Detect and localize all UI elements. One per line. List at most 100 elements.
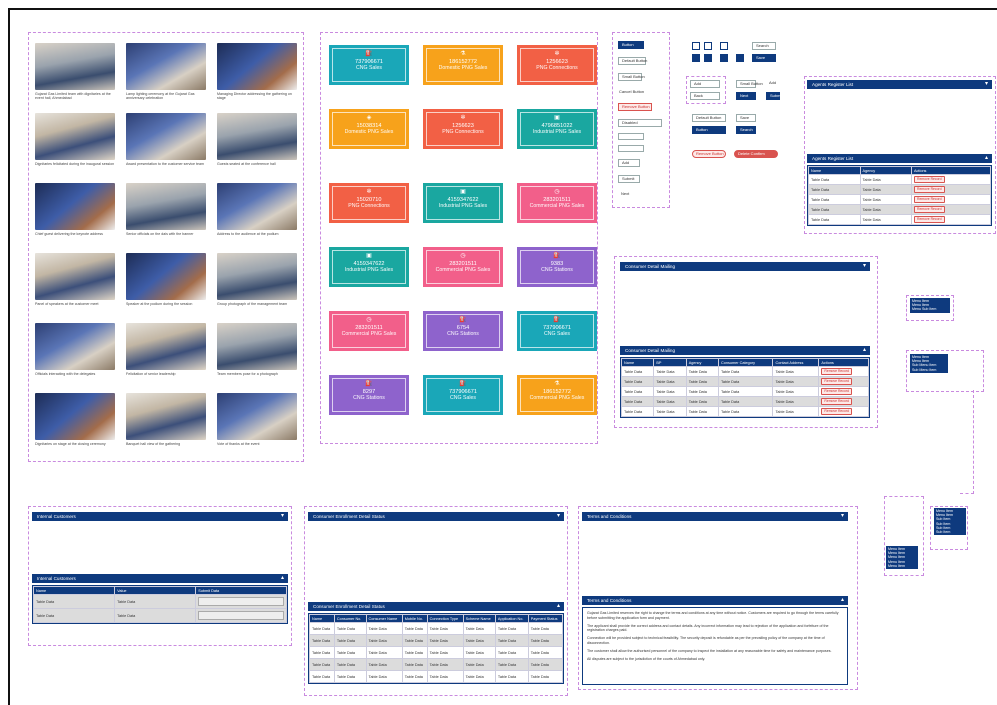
blank-button-2[interactable]: [618, 145, 644, 152]
gallery-photo[interactable]: [35, 253, 115, 300]
remove-record-button[interactable]: Remove Record: [914, 186, 945, 193]
gallery-photo[interactable]: [217, 323, 297, 370]
gallery-item[interactable]: Award presentation to the customer servi…: [126, 113, 206, 175]
small-button[interactable]: Small Button: [618, 73, 645, 81]
cancel-button[interactable]: Cancel Button: [616, 89, 646, 97]
remove-record-button[interactable]: Remove Record: [821, 378, 852, 385]
table-row[interactable]: Table Data Table Data Remove Record: [808, 184, 991, 195]
gallery-item[interactable]: Gujarat Gas Limited team with dignitarie…: [35, 43, 115, 105]
gallery-photo[interactable]: [126, 113, 206, 160]
save-button[interactable]: Save: [752, 54, 776, 62]
side-menu-c[interactable]: Menu Item Menu Item Sub Item Sub Item Sub It…: [934, 508, 966, 536]
table-row[interactable]: Table Data Table Data Table Data Table Data…: [309, 670, 564, 683]
stat-tile[interactable]: ⛽ 737906671 CNG Sales: [329, 45, 409, 85]
primary-button-2[interactable]: Button: [692, 126, 726, 134]
search-button-2[interactable]: Search: [736, 126, 756, 134]
gallery-photo[interactable]: [35, 393, 115, 440]
table-row[interactable]: Table Data Table Data Table Data Table Data…: [620, 366, 869, 377]
side-menu-b[interactable]: Menu Item Menu Item Sub Menu Item Sub Menu …: [910, 354, 948, 373]
stat-tile[interactable]: ◷ 283201511 Commercial PNG Sales: [329, 311, 409, 351]
remove-record-button[interactable]: Remove Record: [821, 408, 852, 415]
remove-record-button[interactable]: Remove Record: [914, 206, 945, 213]
table-row[interactable]: Table Data Table Data Table Data Table Data…: [309, 634, 564, 647]
table-row[interactable]: Table Data Table Data Table Data Table Data…: [620, 376, 869, 387]
stat-tile[interactable]: ⛽ 737906671 CNG Sales: [517, 311, 597, 351]
table-row[interactable]: Table Data Table Data Remove Record: [808, 214, 991, 225]
terms-collapsed-header[interactable]: Terms and Conditions ▾: [582, 512, 848, 521]
checkbox-icon[interactable]: [720, 42, 728, 50]
gallery-photo[interactable]: [217, 43, 297, 90]
menu-item[interactable]: Menu Sub Item: [912, 307, 948, 311]
table-row[interactable]: Table Data Table Data Table Data Table Data…: [620, 396, 869, 407]
remove-record-button[interactable]: Remove Record: [914, 216, 945, 223]
gallery-item[interactable]: Senior officials on the dais with the ba…: [126, 183, 206, 245]
default-button-2[interactable]: Default Button: [692, 114, 726, 122]
gallery-photo[interactable]: [35, 43, 115, 90]
gallery-photo[interactable]: [35, 323, 115, 370]
table-row[interactable]: Table Data Table Data Table Data Table Data…: [309, 646, 564, 659]
gallery-item[interactable]: Team members pose for a photograph: [217, 323, 297, 385]
table-row[interactable]: Table Data Table Data Table Data Table Data…: [620, 406, 869, 417]
stat-tile[interactable]: ▣ 4159347622 Industrial PNG Sales: [423, 183, 503, 223]
agents-collapsed-header[interactable]: Agents Register List ▾: [807, 80, 992, 89]
stat-tile[interactable]: ⚗ 186152772 Commercial PNG Sales: [517, 375, 597, 415]
edit-icon[interactable]: [692, 54, 700, 62]
checkbox-icon[interactable]: [692, 42, 700, 50]
stat-tile[interactable]: ✲ 1256623 PNG Connections: [517, 45, 597, 85]
gallery-photo[interactable]: [126, 183, 206, 230]
terms-expanded-header[interactable]: Terms and Conditions ▴: [582, 596, 848, 605]
table-row[interactable]: Table Data Table Data: [32, 594, 287, 609]
checkbox-icon[interactable]: [704, 42, 712, 50]
gallery-item[interactable]: Felicitation of senior leadership: [126, 323, 206, 385]
gallery-photo[interactable]: [217, 253, 297, 300]
gallery-item[interactable]: Dignitaries on stage at the closing cere…: [35, 393, 115, 455]
search-button[interactable]: Search: [752, 42, 776, 50]
remove-record-button[interactable]: Remove Record: [821, 388, 852, 395]
primary-button[interactable]: Button: [618, 41, 644, 49]
add-button-3[interactable]: Add: [766, 80, 780, 88]
save-button-2[interactable]: Save: [736, 114, 756, 122]
table-row[interactable]: Table Data Table Data Remove Record: [808, 204, 991, 215]
gallery-photo[interactable]: [217, 113, 297, 160]
remove-record-button[interactable]: Remove Record: [821, 398, 852, 405]
stat-tile[interactable]: ✲ 1256623 PNG Connections: [423, 109, 503, 149]
stat-tile[interactable]: ◈ 15038314 Domestic PNG Sales: [329, 109, 409, 149]
internal-collapsed-header[interactable]: Internal Customers ▾: [32, 512, 288, 521]
enrollment-expanded-header[interactable]: Consumer Enrollment Detail Status ▴: [308, 602, 564, 611]
stat-tile[interactable]: ⛽ 737906671 CNG Sales: [423, 375, 503, 415]
stat-tile[interactable]: ⛽ 6754 CNG Stations: [423, 311, 503, 351]
table-row[interactable]: Table Data Table Data Table Data Table Data…: [620, 386, 869, 397]
gallery-item[interactable]: Lamp lighting ceremony at the Gujarat Ga…: [126, 43, 206, 105]
remove-button[interactable]: Remove Button: [618, 103, 652, 111]
internal-expanded-header[interactable]: Internal Customers ▴: [32, 574, 288, 583]
view-icon[interactable]: [720, 54, 728, 62]
stat-tile[interactable]: ◷ 283201511 Commercial PNG Sales: [517, 183, 597, 223]
gallery-photo[interactable]: [217, 393, 297, 440]
text-input[interactable]: [198, 597, 284, 606]
delete-icon[interactable]: [704, 54, 712, 62]
gallery-photo[interactable]: [126, 253, 206, 300]
small-button-2[interactable]: Small Button: [736, 80, 763, 88]
stat-tile[interactable]: ⚗ 186152772 Domestic PNG Sales: [423, 45, 503, 85]
submit-button[interactable]: Submit: [618, 175, 640, 183]
stat-tile[interactable]: ⛽ 8297 CNG Stations: [329, 375, 409, 415]
stat-tile[interactable]: ▣ 4796851022 Industrial PNG Sales: [517, 109, 597, 149]
remove-record-button[interactable]: Remove Record: [914, 196, 945, 203]
table-row[interactable]: Table Data Table Data Remove Record: [808, 174, 991, 185]
consumer-collapsed-header[interactable]: Consumer Detail Mailing ▾: [620, 262, 870, 271]
gallery-photo[interactable]: [126, 323, 206, 370]
gallery-item[interactable]: Vote of thanks at the event: [217, 393, 297, 455]
gallery-item[interactable]: Speaker at the podium during the session: [126, 253, 206, 315]
table-row[interactable]: Table Data Table Data: [32, 608, 287, 623]
gallery-item[interactable]: Address to the audience at the podium: [217, 183, 297, 245]
add-button[interactable]: Add: [618, 159, 640, 167]
table-row[interactable]: Table Data Table Data Table Data Table Data…: [309, 658, 564, 671]
gallery-item[interactable]: Group photograph of the management team: [217, 253, 297, 315]
enrollment-collapsed-header[interactable]: Consumer Enrollment Detail Status ▾: [308, 512, 564, 521]
default-button[interactable]: Default Button: [618, 57, 647, 65]
gallery-photo[interactable]: [217, 183, 297, 230]
gallery-photo[interactable]: [35, 113, 115, 160]
gallery-photo[interactable]: [126, 393, 206, 440]
submit-button-2[interactable]: Submit: [766, 92, 782, 100]
side-menu-a[interactable]: Menu Item Menu Item Menu Sub Item: [910, 298, 950, 313]
